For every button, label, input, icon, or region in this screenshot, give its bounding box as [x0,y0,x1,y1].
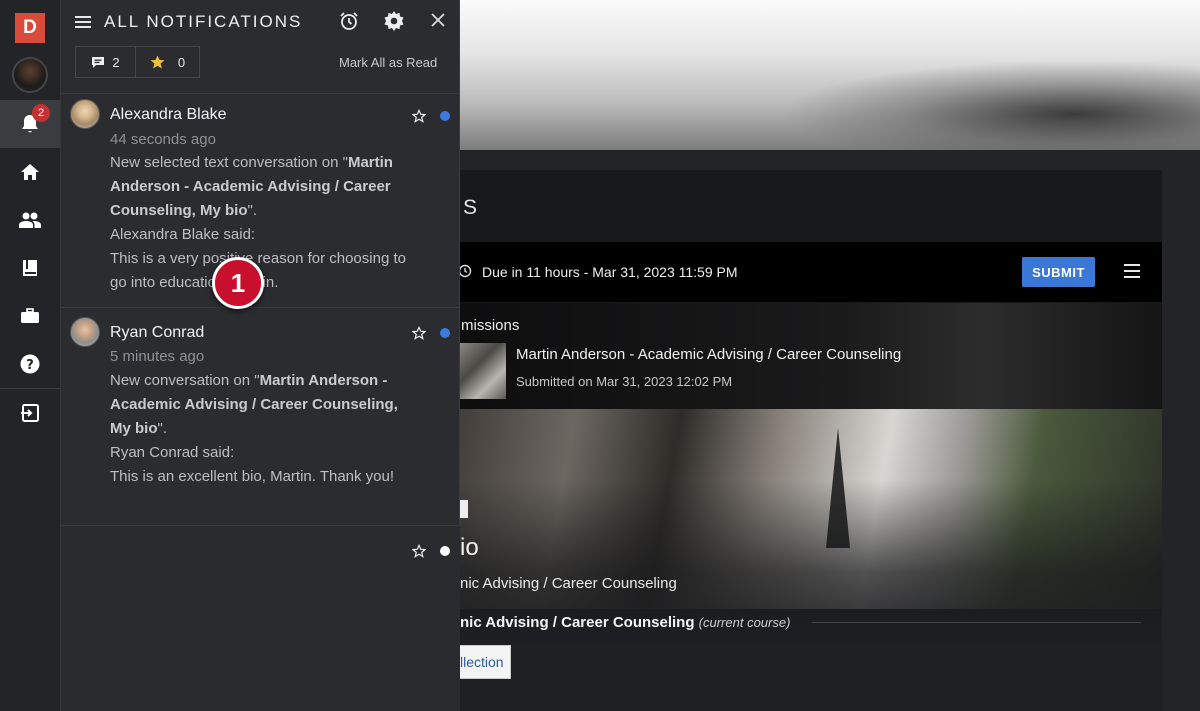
submission-date: Submitted on Mar 31, 2023 12:02 PM [516,374,733,389]
notification-item[interactable]: Ryan Conrad 5 minutes ago New conversati… [61,307,460,525]
panel-title: ALL NOTIFICATIONS [104,12,303,31]
star-outline-icon[interactable] [412,544,426,558]
course-name[interactable]: nic Advising / Career Counseling [460,614,695,631]
body-suffix: ". [247,202,258,219]
notification-time: 44 seconds ago [110,131,216,148]
notification-time: 5 minutes ago [110,348,205,365]
card-menu-icon[interactable] [1124,264,1140,278]
user-avatar[interactable] [12,57,48,93]
notifications-button[interactable] [0,100,60,148]
said-line: Ryan Conrad said: [110,444,235,461]
star-icon [150,55,165,69]
submission-title-link[interactable]: Martin Anderson - Academic Advising / Ca… [516,346,901,363]
hero-banner-shadow [780,60,1200,150]
rail-portfolio[interactable] [0,292,60,340]
current-course-line: nic Advising / Career Counseling (curren… [460,614,790,631]
submissions-heading: missions [461,317,520,334]
said-line: Alexandra Blake said: [110,226,256,243]
close-icon[interactable] [430,12,446,28]
assignment-title: S [463,196,478,219]
notification-count-badge: 2 [32,104,50,122]
submit-button[interactable]: SUBMIT [1022,257,1095,287]
unread-dot[interactable] [440,111,450,121]
notifications-panel: ALL NOTIFICATIONS 2 0 Mark All as Read A… [61,0,460,711]
body-prefix: New selected text conversation on " [110,154,348,171]
home-icon [21,164,39,180]
avatar [70,317,100,347]
avatar [70,99,100,129]
mark-all-read-link[interactable]: Mark All as Read [339,55,437,70]
notification-body: New conversation on "Martin Anderson - A… [110,369,415,489]
star-outline-icon[interactable] [412,109,426,123]
briefcase-icon [21,308,39,323]
body-suffix: ". [157,420,168,437]
notification-counters: 2 0 [75,46,200,78]
due-date-text: Due in 11 hours - Mar 31, 2023 11:59 PM [482,264,738,280]
step-marker: 1 [212,257,264,309]
rail-help[interactable]: ? [0,340,60,388]
bio-title: io [460,534,479,561]
gear-icon[interactable] [384,11,404,31]
bio-course-name: nic Advising / Career Counseling [460,575,677,592]
rail-home[interactable] [0,148,60,196]
sender-name: Alexandra Blake [110,106,227,123]
rail-book[interactable] [0,244,60,292]
sender-name: Ryan Conrad [110,324,205,341]
starred-count: 0 [177,54,186,70]
comments-count: 2 [112,54,120,70]
read-dot[interactable] [440,546,450,556]
notification-item-empty [61,525,460,711]
cover-gradient [440,480,1162,711]
left-rail: D 2 ? [0,0,61,711]
alarm-clock-icon[interactable] [339,11,359,31]
help-icon: ? [20,354,40,374]
comments-filter[interactable]: 2 [76,47,136,77]
current-course-label: (current course) [698,615,791,630]
rail-people[interactable] [0,196,60,244]
svg-text:?: ? [26,358,34,373]
book-icon [23,260,37,276]
logout-icon [21,404,39,422]
message-text: This is an excellent bio, Martin. Thank … [110,468,395,485]
clock-icon [458,264,472,278]
submission-thumbnail[interactable] [458,343,506,399]
unread-dot[interactable] [440,328,450,338]
star-outline-icon[interactable] [412,326,426,340]
comment-icon [92,56,105,68]
body-prefix: New conversation on " [110,372,260,389]
collection-button[interactable]: llection [452,645,511,679]
rail-logout[interactable] [0,389,60,437]
app-logo[interactable]: D [15,13,45,43]
panel-header: ALL NOTIFICATIONS [61,0,460,44]
panel-menu-icon[interactable] [75,16,91,28]
divider [812,622,1141,623]
starred-filter[interactable]: 0 [136,47,199,77]
people-icon [19,212,41,228]
